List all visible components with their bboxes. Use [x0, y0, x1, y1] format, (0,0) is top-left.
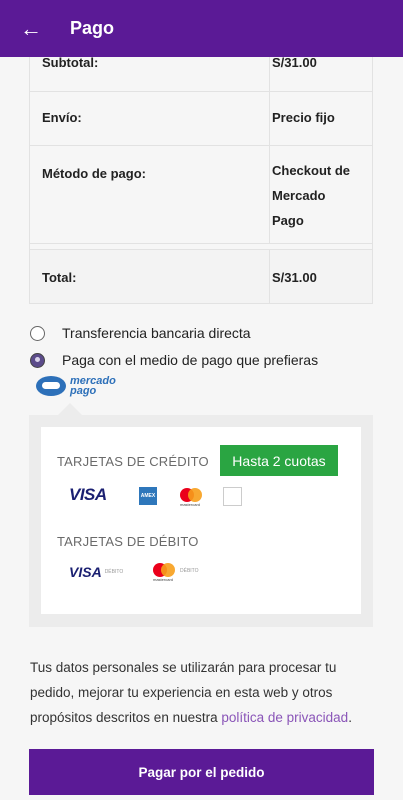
summary-value: S/31.00 [272, 270, 317, 285]
debit-cards-title: TARJETAS DE DÉBITO [57, 534, 199, 549]
place-order-button[interactable]: Pagar por el pedido [29, 749, 374, 795]
summary-value: Checkout de Mercado Pago [270, 146, 372, 243]
handshake-icon [36, 376, 66, 396]
summary-value-line: Pago [272, 213, 304, 228]
visa-debit-icon: VISA DÉBITO [69, 564, 124, 580]
credit-cards-title: TARJETAS DE CRÉDITO [57, 454, 209, 469]
installments-badge: Hasta 2 cuotas [220, 445, 338, 476]
amex-icon: AMEX [139, 487, 157, 505]
summary-value-line: Mercado [272, 188, 326, 203]
summary-label: Método de pago: [30, 146, 270, 243]
visa-credit-icon: VISA [69, 485, 107, 504]
page-title: Pago [70, 18, 115, 38]
generic-card-icon [223, 487, 242, 506]
mercado-pago-logo-text: mercado pago [70, 375, 116, 397]
privacy-notice: Tus datos personales se utilizarán para … [30, 660, 352, 725]
privacy-policy-link[interactable]: política de privacidad [221, 710, 348, 725]
summary-row-payment-method: Método de pago: Checkout de Mercado Pago [30, 145, 372, 243]
summary-row-total: Total: S/31.00 [30, 249, 372, 303]
summary-label: Envío: [30, 92, 270, 145]
payment-option-mercado-pago[interactable]: Paga con el medio de pago que prefieras [30, 352, 318, 368]
mercado-pago-card-panel: TARJETAS DE CRÉDITO Hasta 2 cuotas VISA … [41, 427, 361, 614]
payment-option-label: Transferencia bancaria directa [62, 325, 251, 341]
payment-option-label: Paga con el medio de pago que prefieras [62, 352, 319, 368]
info-box-pointer [58, 403, 82, 415]
app-bar: ← Pago [0, 0, 403, 57]
summary-label: Total: [30, 250, 270, 303]
order-summary-table: Subtotal: S/31.00 Envío: Precio fijo Mét… [29, 40, 373, 304]
radio-button[interactable] [30, 352, 45, 368]
radio-button[interactable] [30, 325, 45, 341]
mastercard-debit-icon: mastercard DÉBITO [151, 562, 199, 582]
summary-value-line: Checkout de [272, 163, 351, 178]
back-arrow-icon[interactable]: ← [0, 0, 62, 57]
summary-row-envio: Envío: Precio fijo [30, 91, 372, 145]
payment-option-bank-transfer[interactable]: Transferencia bancaria directa [30, 325, 251, 341]
mercado-pago-logo: mercado pago [36, 375, 116, 397]
summary-value: Precio fijo [272, 110, 335, 125]
mastercard-credit-icon: mastercard [178, 487, 204, 507]
mercado-pago-info-box: TARJETAS DE CRÉDITO Hasta 2 cuotas VISA … [29, 415, 373, 627]
